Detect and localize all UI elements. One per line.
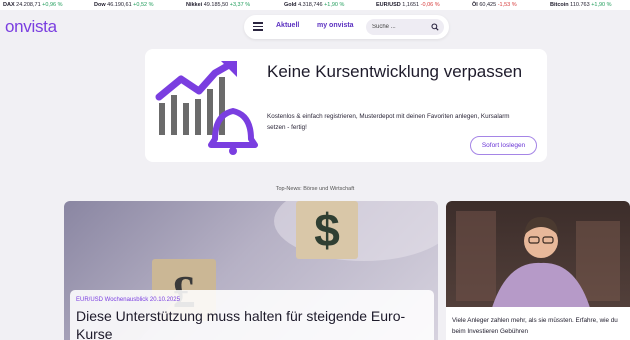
ticker-item-eurusd[interactable]: EUR/USD 1,1651 -0,06 % (376, 0, 440, 10)
ticker-name: Gold (284, 2, 297, 8)
onvista-logo[interactable]: onvista (5, 17, 57, 37)
ticker-value: 110.763 (570, 2, 590, 8)
section-label: Top-News: Börse und Wirtschaft (275, 186, 355, 192)
news-kicker: EUR/USD Wochenausblick 20.10.2025 (76, 297, 180, 303)
search-input[interactable] (372, 22, 427, 32)
ticker-name: Bitcoin (550, 2, 569, 8)
ticker-item-nikkei[interactable]: Nikkei 49.185,50 +3,37 % (186, 0, 250, 10)
ticker-value: 24.208,71 (16, 2, 41, 8)
ticker-change: +0,52 % (133, 2, 154, 8)
side-news-text[interactable]: Viele Anleger zahlen mehr, als sie müsst… (452, 315, 624, 337)
ticker-name: DAX (3, 2, 15, 8)
ticker-change: +1,90 % (324, 2, 345, 8)
dollar-cube-icon: $ (314, 204, 340, 256)
ticker-name: Dow (94, 2, 106, 8)
promo-title: Keine Kursentwicklung verpassen (267, 62, 523, 81)
ticker-value: 46.190,61 (107, 2, 132, 8)
ticker-value: 4.318,746 (298, 2, 323, 8)
ticker-value: 49.185,50 (203, 2, 229, 8)
news-text-box: EUR/USD Wochenausblick 20.10.2025 Diese … (70, 290, 434, 340)
nav-link-aktuell[interactable]: Aktuell (276, 22, 299, 29)
ticker-change: +1,90 % (591, 2, 612, 8)
main-nav: Aktuell my onvista (244, 15, 449, 39)
ticker-item-oil[interactable]: Öl 60,425 -1,53 % (472, 0, 517, 10)
ticker-change: +3,37 % (229, 2, 251, 8)
search-icon[interactable] (431, 23, 439, 31)
ticker-change: +0,96 % (42, 2, 63, 8)
ticker-value: 1,1651 (402, 2, 420, 8)
news-card-main[interactable]: $ £ EUR/USD Wochenausblick 20.10.2025 Di… (64, 201, 438, 340)
nav-link-my-onvista[interactable]: my onvista (317, 22, 354, 29)
side-text-box: Viele Anleger zahlen mehr, als sie müsst… (446, 307, 630, 340)
ticker-change: -1,53 % (497, 2, 517, 8)
news-headline[interactable]: Diese Unterstützung muss halten für stei… (76, 307, 416, 340)
ticker-name: Nikkei (186, 2, 203, 8)
promo-text: Kostenlos & einfach registrieren, Muster… (267, 113, 510, 131)
chart-bell-icon (155, 61, 258, 155)
start-now-button[interactable]: Sofort loslegen (470, 136, 537, 155)
market-ticker: DAX 24.208,71 +0,96 % Dow 46.190,61 +0,5… (0, 0, 630, 10)
search-box[interactable] (366, 19, 444, 35)
ticker-item-gold[interactable]: Gold 4.318,746 +1,90 % (284, 0, 344, 10)
register-promo-card: Keine Kursentwicklung verpassen Kostenlo… (145, 49, 547, 162)
ticker-name: Öl (472, 2, 478, 8)
ticker-name: EUR/USD (376, 2, 401, 8)
ticker-item-dow[interactable]: Dow 46.190,61 +0,52 % (94, 0, 154, 10)
ticker-item-bitcoin[interactable]: Bitcoin 110.763 +1,90 % (550, 0, 612, 10)
ticker-value: 60,425 (479, 2, 497, 8)
hamburger-menu-icon[interactable] (253, 22, 263, 32)
ticker-change: -0,06 % (420, 2, 440, 8)
ticker-item-dax[interactable]: DAX 24.208,71 +0,96 % (3, 0, 63, 10)
news-card-side[interactable]: Viele Anleger zahlen mehr, als sie müsst… (446, 201, 630, 340)
